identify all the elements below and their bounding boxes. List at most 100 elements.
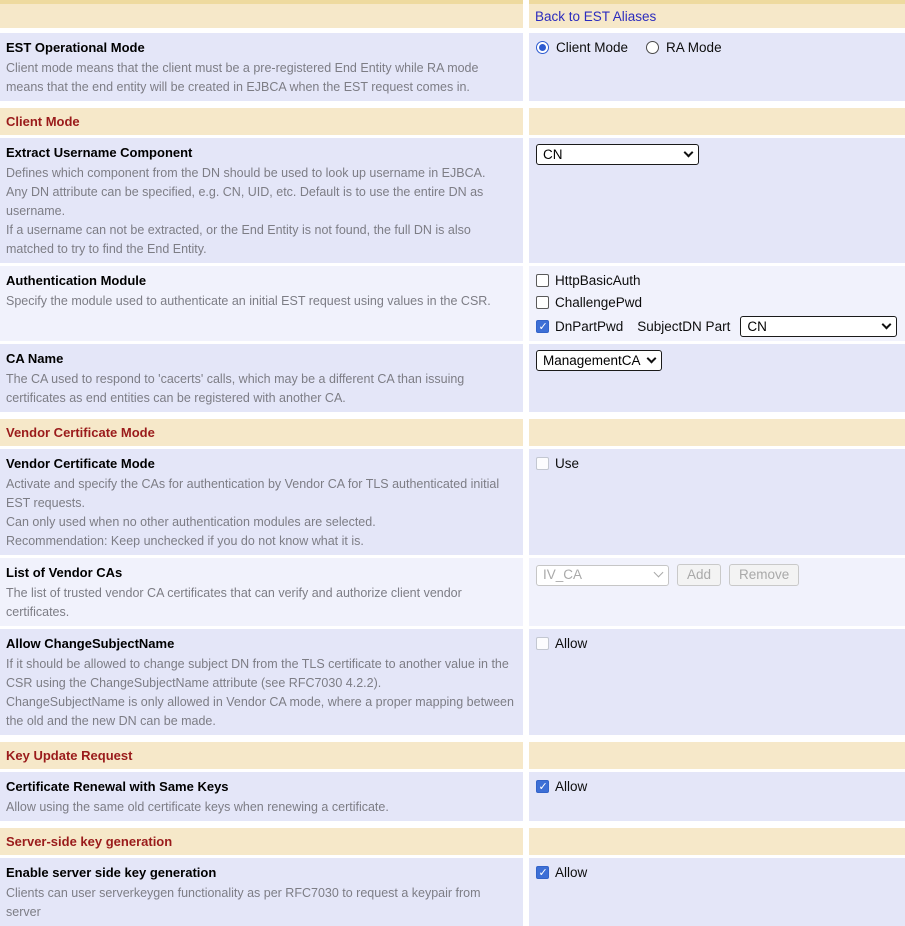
vendor-certificate-mode-info: Vendor Certificate Mode Activate and spe… [0, 449, 523, 555]
row-ca-name: CA Name The CA used to respond to 'cacer… [0, 344, 905, 412]
ca-name-label: CA Name [6, 350, 517, 367]
row-authentication-module: Authentication Module Specify the module… [0, 266, 905, 341]
server-side-section-header: Server-side key generation [0, 828, 905, 855]
ra-mode-radio[interactable] [646, 41, 659, 54]
extract-username-select-value: CN [543, 147, 563, 162]
server-side-section-header-right [529, 828, 905, 855]
top-band-left [0, 0, 523, 28]
allow-change-subject-name-desc2: ChangeSubjectName is only allowed in Ven… [6, 693, 517, 731]
vendor-certificate-mode-desc2: Can only used when no other authenticati… [6, 513, 517, 532]
subjectdn-part-select[interactable]: CN [740, 316, 897, 337]
vendor-certificate-mode-desc3: Recommendation: Keep unchecked if you do… [6, 532, 517, 551]
row-list-of-vendor-cas: List of Vendor CAs The list of trusted v… [0, 558, 905, 626]
allow-change-subject-name-checkbox [536, 637, 549, 650]
certificate-renewal-desc: Allow using the same old certificate key… [6, 798, 517, 817]
ca-name-desc: The CA used to respond to 'cacerts' call… [6, 370, 517, 408]
extract-username-desc2: Any DN attribute can be specified, e.g. … [6, 183, 517, 221]
chevron-down-icon [684, 147, 694, 157]
est-operational-mode-desc: Client mode means that the client must b… [6, 59, 517, 97]
top-band-right: Back to EST Aliases [529, 0, 905, 28]
vendor-section-header: Vendor Certificate Mode [0, 419, 905, 446]
client-mode-section-header-right [529, 108, 905, 135]
vendor-section-title: Vendor Certificate Mode [6, 425, 155, 440]
enable-server-side-keygen-label: Enable server side key generation [6, 864, 517, 881]
vendor-ca-select: IV_CA [536, 565, 669, 586]
httpbasicauth-checkbox[interactable] [536, 274, 549, 287]
allow-change-subject-name-info: Allow ChangeSubjectName If it should be … [0, 629, 523, 735]
row-est-operational-mode: EST Operational Mode Client mode means t… [0, 33, 905, 101]
chevron-down-icon [882, 319, 892, 329]
enable-server-side-keygen-info: Enable server side key generation Client… [0, 858, 523, 926]
enable-server-side-keygen-allow-label: Allow [555, 865, 587, 880]
row-certificate-renewal: Certificate Renewal with Same Keys Allow… [0, 772, 905, 821]
client-mode-radio[interactable] [536, 41, 549, 54]
ca-name-controls: ManagementCA [529, 344, 905, 412]
vendor-use-checkbox [536, 457, 549, 470]
row-vendor-certificate-mode: Vendor Certificate Mode Activate and spe… [0, 449, 905, 555]
vendor-use-checkbox-label: Use [555, 456, 579, 471]
extract-username-controls: CN [529, 138, 905, 263]
row-allow-change-subject-name: Allow ChangeSubjectName If it should be … [0, 629, 905, 735]
challengepwd-checkbox[interactable] [536, 296, 549, 309]
vendor-ca-list-controls: IV_CA Add Remove [529, 558, 905, 626]
allow-change-subject-name-label: Allow ChangeSubjectName [6, 635, 517, 652]
authentication-module-info: Authentication Module Specify the module… [0, 266, 523, 341]
add-vendor-ca-button: Add [677, 564, 721, 586]
httpbasicauth-checkbox-label: HttpBasicAuth [555, 273, 641, 288]
authentication-module-controls: HttpBasicAuth ChallengePwd DnPartPwd Sub… [529, 266, 905, 341]
est-operational-mode-info: EST Operational Mode Client mode means t… [0, 33, 523, 101]
client-mode-section-header: Client Mode [0, 108, 905, 135]
vendor-section-header-right [529, 419, 905, 446]
vendor-certificate-mode-controls: Use [529, 449, 905, 555]
server-side-section-title: Server-side key generation [6, 834, 172, 849]
vendor-certificate-mode-label: Vendor Certificate Mode [6, 455, 517, 472]
section-est-operational-mode: Back to EST Aliases EST Operational Mode… [0, 0, 905, 101]
vendor-ca-list-desc: The list of trusted vendor CA certificat… [6, 584, 517, 622]
row-extract-username-component: Extract Username Component Defines which… [0, 138, 905, 263]
enable-server-side-keygen-desc: Clients can user serverkeygen functional… [6, 884, 517, 922]
ca-name-info: CA Name The CA used to respond to 'cacer… [0, 344, 523, 412]
authentication-module-label: Authentication Module [6, 272, 517, 289]
row-enable-server-side-keygen: Enable server side key generation Client… [0, 858, 905, 926]
ca-name-select-value: ManagementCA [543, 353, 641, 368]
vendor-ca-list-label: List of Vendor CAs [6, 564, 517, 581]
ca-name-select[interactable]: ManagementCA [536, 350, 662, 371]
enable-server-side-keygen-controls: Allow [529, 858, 905, 926]
extract-username-desc1: Defines which component from the DN shou… [6, 164, 517, 183]
authentication-module-desc: Specify the module used to authenticate … [6, 292, 517, 311]
enable-server-side-keygen-allow-checkbox[interactable] [536, 866, 549, 879]
est-operational-mode-label: EST Operational Mode [6, 39, 517, 56]
extract-username-info: Extract Username Component Defines which… [0, 138, 523, 263]
dnpartpwd-checkbox-label: DnPartPwd [555, 319, 623, 334]
key-update-section-header: Key Update Request [0, 742, 905, 769]
chevron-down-icon [646, 353, 656, 363]
subjectdn-part-label: SubjectDN Part [637, 319, 730, 334]
key-update-section-header-right [529, 742, 905, 769]
allow-change-subject-name-controls: Allow [529, 629, 905, 735]
certificate-renewal-allow-label: Allow [555, 779, 587, 794]
challengepwd-checkbox-label: ChallengePwd [555, 295, 642, 310]
extract-username-label: Extract Username Component [6, 144, 517, 161]
remove-vendor-ca-button: Remove [729, 564, 799, 586]
section-client-mode: Client Mode Extract Username Component D… [0, 108, 905, 412]
certificate-renewal-allow-checkbox[interactable] [536, 780, 549, 793]
extract-username-select[interactable]: CN [536, 144, 699, 165]
section-server-side-key-generation: Server-side key generation Enable server… [0, 828, 905, 926]
section-vendor-certificate-mode: Vendor Certificate Mode Vendor Certifica… [0, 419, 905, 735]
key-update-section-title: Key Update Request [6, 748, 132, 763]
chevron-down-icon [654, 568, 664, 578]
top-band: Back to EST Aliases [0, 0, 905, 28]
back-to-est-aliases-link[interactable]: Back to EST Aliases [535, 9, 656, 24]
vendor-ca-list-info: List of Vendor CAs The list of trusted v… [0, 558, 523, 626]
client-mode-radio-label: Client Mode [556, 40, 628, 55]
ra-mode-radio-label: RA Mode [666, 40, 722, 55]
section-key-update-request: Key Update Request Certificate Renewal w… [0, 742, 905, 821]
allow-change-subject-name-desc1: If it should be allowed to change subjec… [6, 655, 517, 693]
client-mode-section-title: Client Mode [6, 114, 80, 129]
allow-change-subject-name-checkbox-label: Allow [555, 636, 587, 651]
certificate-renewal-info: Certificate Renewal with Same Keys Allow… [0, 772, 523, 821]
dnpartpwd-checkbox[interactable] [536, 320, 549, 333]
est-operational-mode-controls: Client Mode RA Mode [529, 33, 905, 101]
certificate-renewal-controls: Allow [529, 772, 905, 821]
extract-username-desc3: If a username can not be extracted, or t… [6, 221, 517, 259]
